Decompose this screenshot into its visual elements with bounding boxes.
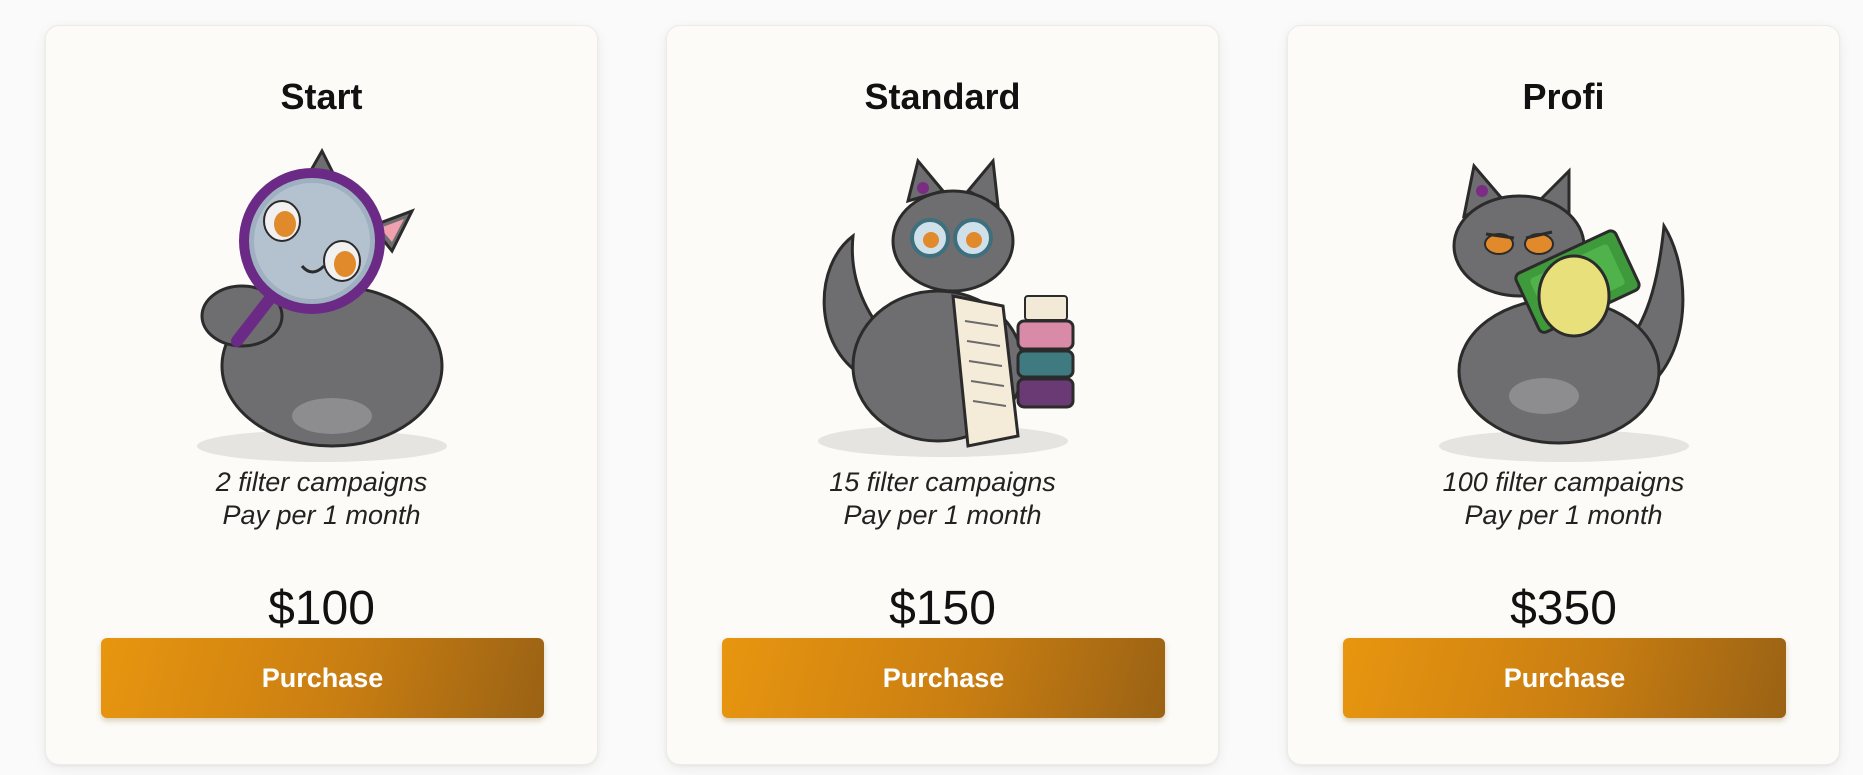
plan-description: 100 filter campaigns Pay per 1 month: [1288, 466, 1839, 532]
plan-campaigns: 100 filter campaigns: [1442, 467, 1685, 497]
cat-with-glasses-and-books-icon: [803, 146, 1083, 476]
plan-title: Start: [280, 76, 363, 117]
plan-card-profi: Profi 100 filter campaigns Pay per 1 mon…: [1287, 25, 1840, 765]
plan-price: $100: [268, 582, 375, 635]
pricing-plans: Start 2 filter campaigns Pay per 1 month…: [0, 0, 1863, 775]
plan-period: Pay per 1 month: [222, 500, 421, 530]
plan-price: $350: [1510, 582, 1617, 635]
purchase-button-start[interactable]: Purchase: [101, 638, 544, 718]
plan-title: Standard: [864, 76, 1021, 117]
plan-period: Pay per 1 month: [843, 500, 1042, 530]
purchase-button-standard[interactable]: Purchase: [722, 638, 1165, 718]
plan-campaigns: 15 filter campaigns: [829, 467, 1056, 497]
cat-with-magnifying-glass-icon: [182, 146, 462, 476]
plan-title: Profi: [1522, 76, 1605, 117]
plan-period: Pay per 1 month: [1464, 500, 1663, 530]
plan-card-start: Start 2 filter campaigns Pay per 1 month…: [45, 25, 598, 765]
plan-description: 2 filter campaigns Pay per 1 month: [46, 466, 597, 532]
purchase-button-profi[interactable]: Purchase: [1343, 638, 1786, 718]
plan-description: 15 filter campaigns Pay per 1 month: [667, 466, 1218, 532]
plan-campaigns: 2 filter campaigns: [215, 467, 428, 497]
plan-card-standard: Standard 15 filter campaigns Pay per 1 m…: [666, 25, 1219, 765]
cat-with-money-icon: [1424, 146, 1704, 476]
plan-price: $150: [889, 582, 996, 635]
